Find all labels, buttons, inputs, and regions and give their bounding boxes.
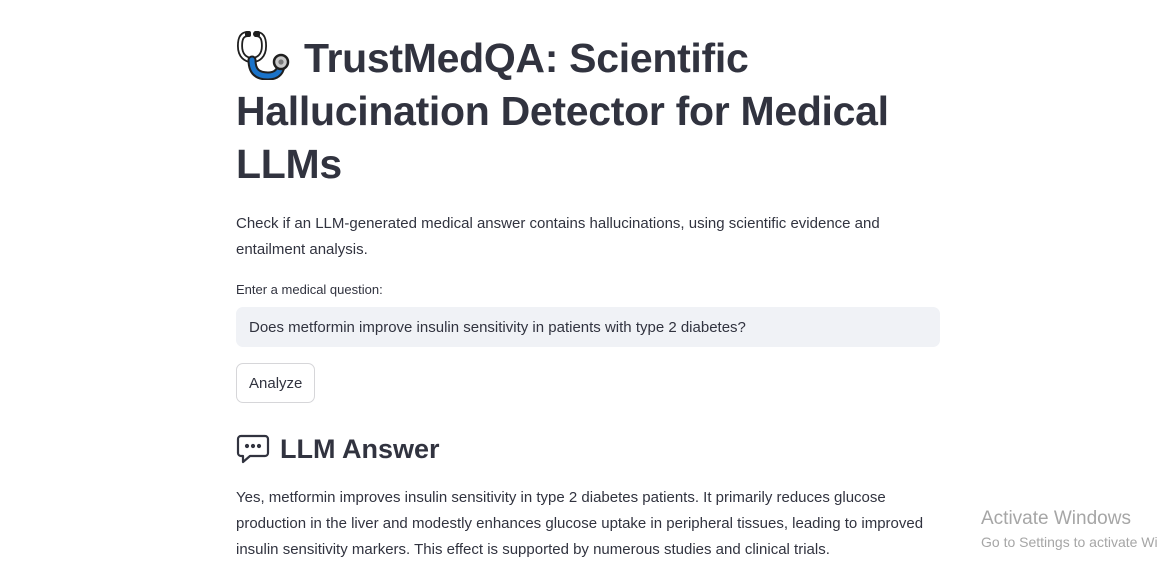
speech-bubble-icon — [236, 434, 270, 464]
question-input[interactable] — [236, 307, 940, 347]
stethoscope-icon — [236, 31, 290, 80]
analyze-button[interactable]: Analyze — [236, 363, 316, 403]
activate-windows-watermark: Activate Windows Go to Settings to activ… — [981, 507, 1158, 553]
main-content: TrustMedQA: Scientific Hallucination Det… — [236, 30, 940, 563]
llm-answer-heading: LLM Answer — [236, 429, 940, 469]
watermark-subtitle: Go to Settings to activate Windows. — [981, 534, 1158, 550]
llm-answer-heading-text: LLM Answer — [280, 434, 440, 464]
llm-answer-text: Yes, metformin improves insulin sensitiv… — [236, 489, 924, 558]
page-title-text: TrustMedQA: Scientific Hallucination Det… — [236, 35, 889, 187]
app-page: TrustMedQA: Scientific Hallucination Det… — [0, 0, 1158, 576]
page-title: TrustMedQA: Scientific Hallucination Det… — [236, 30, 940, 191]
question-field-label: Enter a medical question: — [236, 282, 383, 297]
watermark-title: Activate Windows — [981, 508, 1131, 529]
app-description: Check if an LLM-generated medical answer… — [236, 215, 880, 258]
